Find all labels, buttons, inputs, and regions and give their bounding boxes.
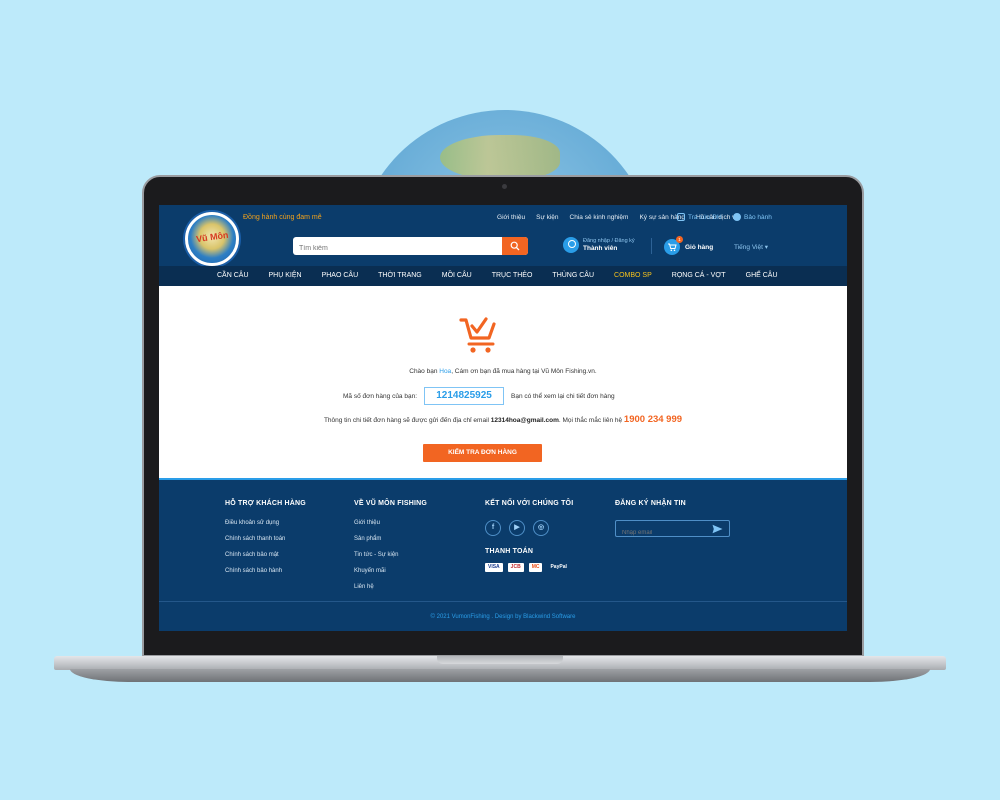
facebook-icon[interactable]: f bbox=[485, 520, 501, 536]
cart-check-icon bbox=[459, 317, 496, 353]
top-link-events[interactable]: Sự kiện bbox=[536, 214, 558, 221]
track-order-label: Tra cứu ĐH bbox=[688, 213, 722, 221]
account-label: Thành viên bbox=[583, 245, 618, 252]
main-nav: CẦN CÂU PHỤ KIỆN PHAO CÂU THỜI TRANG MỒI… bbox=[159, 266, 847, 286]
site-header: Vũ Môn Đồng hành cùng đam mê Giới thiệu … bbox=[159, 205, 847, 266]
copyright: © 2021 VumonFishing . Design by Blackwin… bbox=[430, 614, 576, 620]
order-number-label: Mã số đơn hàng của bạn: bbox=[343, 392, 418, 400]
search-input[interactable] bbox=[293, 239, 493, 258]
nav-item-fishing-rods[interactable]: CẦN CÂU bbox=[217, 266, 249, 286]
search-icon bbox=[510, 241, 520, 251]
send-icon[interactable] bbox=[712, 524, 723, 534]
customer-name: Hoa bbox=[439, 368, 452, 375]
footer-link-warranty-policy[interactable]: Chính sách bảo hành bbox=[225, 568, 306, 574]
footer-payment-title: THANH TOÁN bbox=[485, 548, 534, 555]
newsletter-email-input[interactable] bbox=[616, 525, 711, 541]
footer-link-about[interactable]: Giới thiệu bbox=[354, 520, 427, 526]
payment-methods: VISA JCB MC PayPal bbox=[485, 563, 573, 572]
language-label: Tiếng Việt bbox=[734, 244, 763, 251]
paypal-icon: PayPal bbox=[550, 564, 567, 570]
cart-count-badge: 1 bbox=[676, 236, 683, 243]
warranty-link[interactable]: Bảo hành bbox=[733, 213, 772, 221]
site-footer: HỖ TRỢ KHÁCH HÀNG Điều khoản sử dụng Chí… bbox=[159, 478, 847, 631]
footer-link-contact[interactable]: Liên hệ bbox=[354, 584, 427, 590]
account-login-link[interactable]: Đăng nhập / Đăng ký bbox=[583, 238, 635, 244]
top-link-experience[interactable]: Chia sẻ kinh nghiệm bbox=[570, 214, 629, 221]
info-prefix: Thông tin chi tiết đơn hàng sẽ được gửi … bbox=[323, 417, 491, 424]
warranty-label: Bảo hành bbox=[744, 213, 772, 221]
footer-link-privacy-policy[interactable]: Chính sách bảo mật bbox=[225, 552, 306, 558]
youtube-icon[interactable]: ▶ bbox=[509, 520, 525, 536]
greeting-suffix: , Cám ơn bạn đã mua hàng tại Vũ Môn Fish… bbox=[451, 368, 597, 375]
email-info: Thông tin chi tiết đơn hàng sẽ được gửi … bbox=[159, 414, 847, 425]
check-order-button[interactable]: KIỂM TRA ĐƠN HÀNG bbox=[423, 444, 542, 462]
jcb-icon: JCB bbox=[507, 563, 524, 572]
user-icon bbox=[563, 237, 579, 253]
footer-connect-column: KẾT NỐI VỚI CHÚNG TÔI f ▶ ◎ THANH TOÁN V… bbox=[485, 500, 573, 572]
footer-link-news[interactable]: Tin tức - Sự kiện bbox=[354, 552, 427, 558]
laptop-screen: Vũ Môn Đồng hành cùng đam mê Giới thiệu … bbox=[159, 205, 847, 631]
nav-item-reels[interactable]: TRỤC THẺO bbox=[492, 266, 533, 286]
language-selector[interactable]: Tiếng Việt ▾ bbox=[734, 243, 768, 251]
footer-divider bbox=[159, 601, 847, 602]
footer-link-promotions[interactable]: Khuyến mãi bbox=[354, 568, 427, 574]
order-number-row: Mã số đơn hàng của bạn: 1214825925 Bạn c… bbox=[343, 387, 615, 405]
background-fish-image bbox=[440, 135, 560, 180]
nav-item-floats[interactable]: PHAO CÂU bbox=[322, 266, 359, 286]
thank-you-message: Chào bạn Hoa, Cám ơn bạn đã mua hàng tại… bbox=[159, 368, 847, 375]
order-detail-hint: Bạn có thể xem lại chi tiết đơn hàng bbox=[511, 392, 615, 400]
account-menu[interactable]: Đăng nhập / Đăng ký Thành viên bbox=[563, 237, 635, 253]
nav-item-combo[interactable]: COMBO SP bbox=[614, 266, 652, 286]
info-mid: . Mọi thắc mắc liên hệ bbox=[558, 417, 624, 424]
instagram-icon[interactable]: ◎ bbox=[533, 520, 549, 536]
header-divider bbox=[651, 238, 652, 254]
slogan: Đồng hành cùng đam mê bbox=[243, 214, 322, 221]
nav-item-fashion[interactable]: THỜI TRANG bbox=[378, 266, 422, 286]
footer-link-payment-policy[interactable]: Chính sách thanh toán bbox=[225, 536, 306, 542]
visa-icon: VISA bbox=[485, 563, 503, 572]
camera-icon bbox=[502, 184, 507, 189]
nav-item-chairs[interactable]: GHẾ CÂU bbox=[746, 266, 778, 286]
nav-item-nets[interactable]: RỌNG CÁ - VỢT bbox=[672, 266, 726, 286]
top-link-about[interactable]: Giới thiệu bbox=[497, 214, 525, 221]
footer-link-terms[interactable]: Điều khoản sử dụng bbox=[225, 520, 306, 526]
social-links: f ▶ ◎ bbox=[485, 520, 573, 536]
mastercard-icon: MC bbox=[528, 563, 543, 572]
footer-support-title: HỖ TRỢ KHÁCH HÀNG bbox=[225, 500, 306, 507]
cart-button[interactable]: 1 Giỏ hàng bbox=[664, 236, 714, 255]
search-bar bbox=[293, 237, 528, 258]
track-order-link[interactable]: Tra cứu ĐH bbox=[677, 213, 722, 221]
nav-item-tackle-box[interactable]: THÙNG CÂU bbox=[552, 266, 594, 286]
footer-about-title: VỀ VŨ MÔN FISHING bbox=[354, 500, 428, 507]
shield-icon bbox=[733, 213, 741, 221]
newsletter-form bbox=[615, 520, 730, 541]
customer-email: 12314hoa@gmail.com bbox=[490, 417, 559, 424]
laptop-base-bottom bbox=[70, 669, 930, 682]
laptop-notch bbox=[437, 656, 563, 664]
footer-connect-title: KẾT NỐI VỚI CHÚNG TÔI bbox=[485, 500, 574, 507]
order-confirmation: Chào bạn Hoa, Cám ơn bạn đã mua hàng tại… bbox=[159, 286, 847, 478]
nav-item-accessories[interactable]: PHỤ KIỆN bbox=[269, 266, 302, 286]
box-icon bbox=[677, 213, 685, 221]
greeting-prefix: Chào bạn bbox=[409, 368, 440, 375]
logo-mark: Vũ Môn bbox=[195, 229, 230, 245]
cart-icon: 1 bbox=[664, 236, 683, 255]
footer-support-column: HỖ TRỢ KHÁCH HÀNG Điều khoản sử dụng Chí… bbox=[225, 500, 306, 584]
chevron-down-icon: ▾ bbox=[764, 244, 768, 251]
nav-item-bait[interactable]: MỒI CÂU bbox=[442, 266, 472, 286]
footer-link-products[interactable]: Sản phẩm bbox=[354, 536, 427, 542]
hotline-phone[interactable]: 1900 234 999 bbox=[624, 414, 682, 425]
site-logo[interactable]: Vũ Môn bbox=[185, 212, 239, 266]
footer-newsletter-column: ĐĂNG KÝ NHẬN TIN bbox=[615, 500, 730, 541]
search-button[interactable] bbox=[502, 237, 528, 255]
footer-newsletter-title: ĐĂNG KÝ NHẬN TIN bbox=[615, 500, 686, 507]
footer-about-column: VỀ VŨ MÔN FISHING Giới thiệu Sản phẩm Ti… bbox=[354, 500, 427, 600]
cart-label: Giỏ hàng bbox=[685, 243, 714, 251]
order-number: 1214825925 bbox=[424, 387, 505, 405]
